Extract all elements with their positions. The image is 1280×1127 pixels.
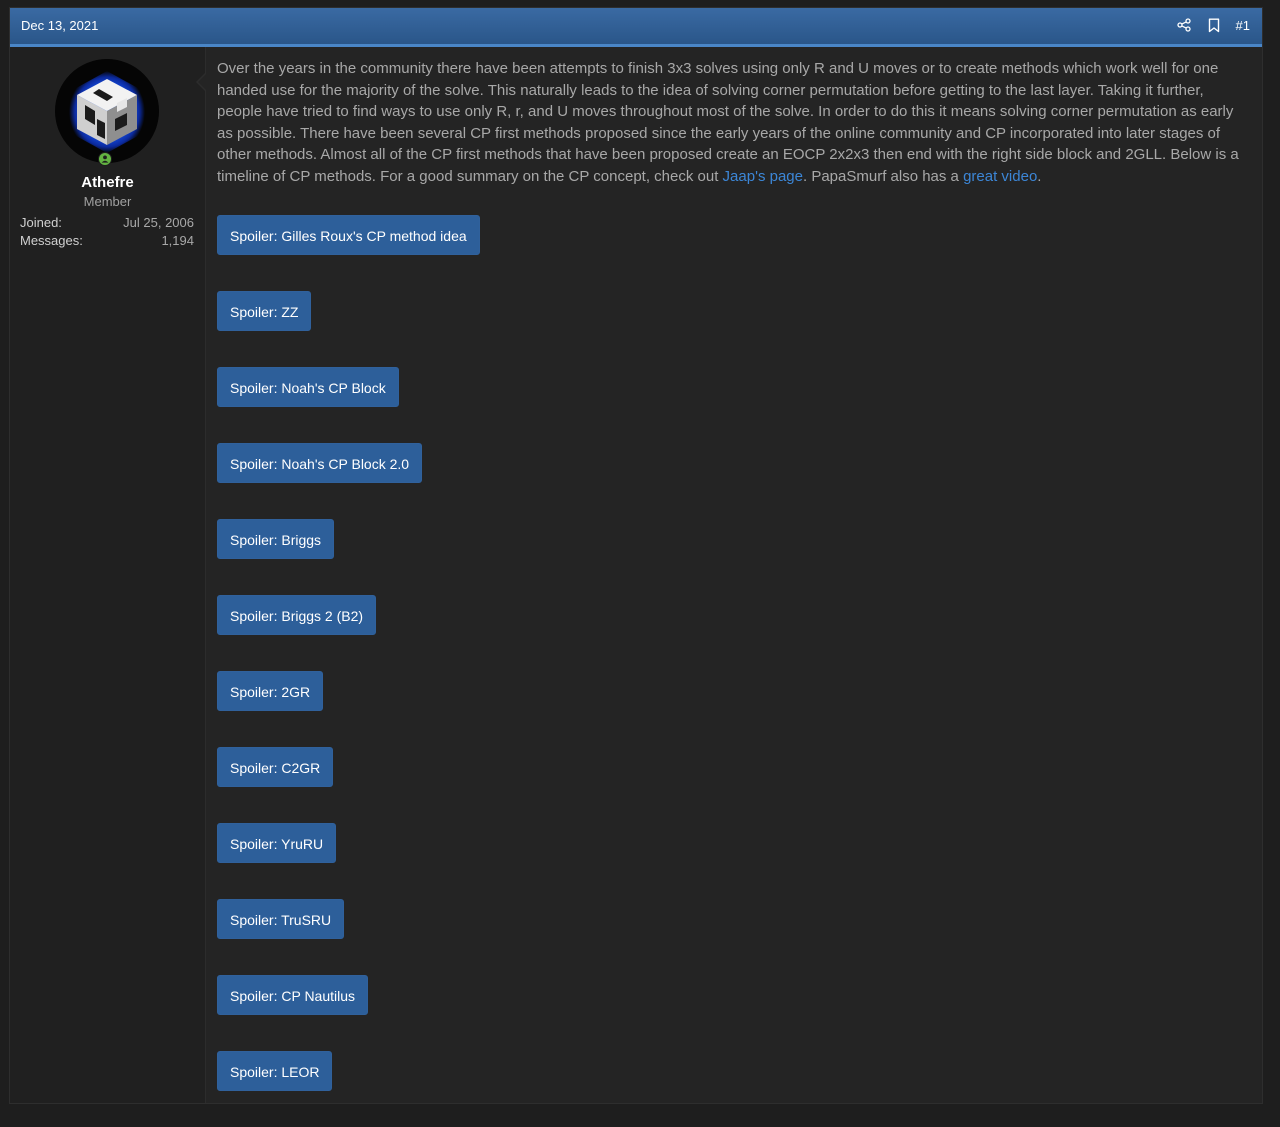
stat-value: Jul 25, 2006 — [123, 215, 194, 230]
user-info-panel: Athefre Member Joined: Jul 25, 2006 Mess… — [10, 47, 206, 1103]
post-body: Over the years in the community there ha… — [217, 58, 1252, 187]
spoiler-button-zz[interactable]: Spoiler: ZZ — [217, 291, 312, 331]
post-date[interactable]: Dec 13, 2021 — [21, 18, 98, 33]
spoiler-button-yruru[interactable]: Spoiler: YruRU — [217, 823, 337, 863]
post-actions: #1 — [1176, 16, 1250, 34]
cube-logo-avatar — [55, 59, 159, 163]
stat-value: 1,194 — [161, 233, 194, 248]
stat-label: Messages: — [20, 233, 83, 248]
post-text-part: . — [1037, 167, 1042, 185]
stat-messages: Messages: 1,194 — [20, 233, 194, 248]
stat-label: Joined: — [20, 215, 62, 230]
spoiler-button-trusru[interactable]: Spoiler: TruSRU — [217, 899, 345, 939]
spoiler-button-cp-nautilus[interactable]: Spoiler: CP Nautilus — [217, 975, 369, 1015]
spoiler-button-leor[interactable]: Spoiler: LEOR — [217, 1051, 333, 1091]
post-text-part: . PapaSmurf also has a — [802, 167, 964, 185]
post-text: Over the years in the community there ha… — [217, 58, 1252, 187]
spoiler-button-briggs-2[interactable]: Spoiler: Briggs 2 (B2) — [217, 595, 377, 635]
spoiler-button-gilles-roux[interactable]: Spoiler: Gilles Roux's CP method idea — [217, 215, 480, 255]
post-header: Dec 13, 2021 #1 — [10, 8, 1262, 47]
spoiler-button-briggs[interactable]: Spoiler: Briggs — [217, 519, 335, 559]
spoiler-button-noahs-cp-block[interactable]: Spoiler: Noah's CP Block — [217, 367, 399, 407]
spoiler-button-c2gr[interactable]: Spoiler: C2GR — [217, 747, 334, 787]
great-video-link[interactable]: great video — [963, 168, 1037, 185]
spoiler-button-2gr[interactable]: Spoiler: 2GR — [217, 671, 324, 711]
online-status-icon — [98, 152, 112, 166]
forum-post: Dec 13, 2021 #1 Athefre Member Joined: J… — [9, 7, 1263, 1104]
message-arrow-inner — [198, 73, 207, 91]
post-number-link[interactable]: #1 — [1236, 18, 1250, 33]
avatar[interactable] — [55, 59, 159, 163]
user-title: Member — [83, 194, 132, 209]
post-text-part: Over the years in the community there ha… — [217, 60, 1239, 185]
spoiler-button-noahs-cp-block-2[interactable]: Spoiler: Noah's CP Block 2.0 — [217, 443, 423, 483]
spoiler-list: Spoiler: Gilles Roux's CP method idea Sp… — [217, 215, 480, 1127]
share-icon[interactable] — [1176, 16, 1192, 34]
stat-joined: Joined: Jul 25, 2006 — [20, 215, 194, 230]
bookmark-icon[interactable] — [1206, 16, 1222, 34]
username[interactable]: Athefre — [10, 174, 205, 191]
jaaps-page-link[interactable]: Jaap's page — [723, 168, 803, 185]
